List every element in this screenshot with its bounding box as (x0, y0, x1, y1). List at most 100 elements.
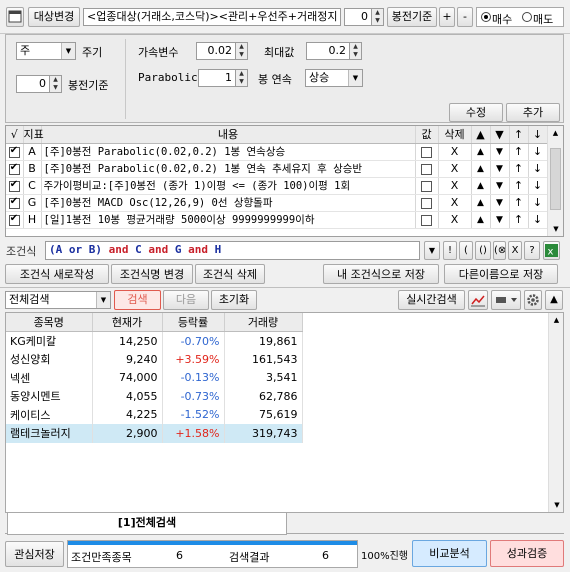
stock-name[interactable]: 성신양회 (6, 350, 93, 369)
move-bottom-icon[interactable]: ▼ (490, 160, 510, 178)
row-value-checkbox[interactable] (421, 163, 432, 175)
row-content[interactable]: [주]0봉전 MACD Osc(12,26,9) 0선 상향돌파 (41, 194, 416, 212)
row-checkbox[interactable] (8, 145, 20, 158)
max-field[interactable]: 0.2 (306, 42, 350, 60)
row-content[interactable]: [일]1봉전 10봉 평균거래량 5000이상 9999999999이하 (41, 211, 416, 229)
accel-spinner[interactable]: ▲ ▼ (235, 42, 248, 60)
row-value-checkbox[interactable] (421, 180, 432, 192)
move-top-icon[interactable]: ▲ (471, 194, 491, 212)
move-bottom-icon[interactable]: ▼ (490, 126, 510, 144)
stock-name[interactable]: 케이티스 (6, 405, 93, 424)
move-up-icon[interactable]: ↑ (509, 211, 529, 229)
save-mine-button[interactable]: 내 조건식으로 저장 (323, 264, 439, 284)
parabolic-field[interactable]: 1 (198, 69, 236, 87)
sell-radio[interactable] (522, 12, 532, 22)
tab-all-search[interactable]: [1]전체검색 (7, 513, 287, 535)
row-value-checkbox[interactable] (421, 146, 432, 158)
move-up-icon[interactable]: ↑ (509, 194, 529, 212)
results-header-cell[interactable]: 종목명 (6, 313, 93, 332)
save-interest-button[interactable]: 관심저장 (5, 541, 64, 567)
result-row[interactable]: 성신양회 9,240 +3.59% 161,543 (6, 350, 303, 369)
move-bottom-icon[interactable]: ▼ (490, 211, 510, 229)
bong-offset-spinner[interactable]: ▲ ▼ (49, 75, 62, 93)
layout-icon[interactable] (491, 290, 521, 310)
scroll-down-icon[interactable]: ▼ (549, 498, 563, 512)
excel-icon[interactable]: x (543, 241, 560, 260)
results-scrollbar[interactable]: ▲ ▼ (548, 313, 563, 512)
row-value-checkbox[interactable] (421, 214, 432, 226)
bong-count-field[interactable]: 0 (344, 8, 372, 26)
move-top-icon[interactable]: ▲ (471, 160, 491, 178)
rename-condition-button[interactable]: 조건식명 변경 (111, 264, 193, 284)
bong-offset-field[interactable]: 0 (16, 75, 50, 93)
row-content[interactable]: [주]0봉전 Parabolic(0.02,0.2) 1봉 연속 추세유지 후 … (41, 160, 416, 178)
save-as-button[interactable]: 다른이름으로 저장 (444, 264, 558, 284)
move-bottom-icon[interactable]: ▼ (490, 194, 510, 212)
result-row[interactable]: 넥센 74,000 -0.13% 3,541 (6, 368, 303, 387)
row-delete-button[interactable]: X (438, 143, 472, 161)
result-row[interactable]: 케이티스 4,225 -1.52% 75,619 (6, 405, 303, 424)
stock-name[interactable]: 동양시멘트 (6, 387, 93, 406)
gear-icon[interactable] (524, 290, 542, 310)
bong-count-spinner[interactable]: ▲ ▼ (371, 8, 384, 26)
move-down-icon[interactable]: ↓ (528, 143, 548, 161)
condition-scrollbar[interactable]: ▲ ▼ (547, 126, 563, 236)
minus-button[interactable]: - (457, 7, 473, 27)
formula-op-button[interactable]: (⊗) (493, 241, 506, 260)
move-down-icon[interactable]: ↓ (528, 126, 548, 144)
window-icon[interactable] (6, 7, 24, 27)
row-checkbox[interactable] (8, 179, 20, 192)
formula-input[interactable]: (A or B) and C and G and H (45, 241, 420, 260)
results-header-cell[interactable]: 거래량 (224, 313, 303, 332)
bong-basis-button[interactable]: 봉전기준 (387, 7, 437, 27)
formula-op-button[interactable]: ? (524, 241, 540, 260)
row-content[interactable]: [주]0봉전 Parabolic(0.02,0.2) 1봉 연속상승 (41, 143, 416, 161)
target-change-button[interactable]: 대상변경 (28, 7, 80, 27)
row-checkbox[interactable] (8, 196, 20, 209)
dropdown-button[interactable]: ▼ (424, 241, 440, 260)
collapse-icon[interactable]: ▲ (545, 290, 563, 310)
move-up-icon[interactable]: ↑ (509, 143, 529, 161)
search-button[interactable]: 검색 (114, 290, 161, 310)
move-down-icon[interactable]: ↓ (528, 177, 548, 195)
results-header-cell[interactable]: 등락률 (162, 313, 225, 332)
scroll-up-icon[interactable]: ▲ (549, 313, 563, 327)
chart-icon[interactable] (468, 290, 488, 310)
formula-op-button[interactable]: ! (443, 241, 457, 260)
direction-select[interactable]: 상승 ▼ (305, 69, 363, 87)
move-down-icon[interactable]: ↓ (528, 211, 548, 229)
realtime-search-button[interactable]: 실시간검색 (398, 290, 465, 310)
row-value-checkbox[interactable] (421, 197, 432, 209)
move-bottom-icon[interactable]: ▼ (490, 143, 510, 161)
move-top-icon[interactable]: ▲ (471, 143, 491, 161)
compare-analysis-button[interactable]: 비교분석 (412, 540, 487, 567)
row-delete-button[interactable]: X (438, 194, 472, 212)
reset-button[interactable]: 초기화 (211, 290, 257, 310)
formula-op-button[interactable]: X (508, 241, 522, 260)
row-checkbox[interactable] (8, 213, 20, 226)
row-checkbox[interactable] (8, 162, 20, 175)
edit-button[interactable]: 수정 (449, 103, 503, 122)
add-button[interactable]: 추가 (506, 103, 560, 122)
scroll-down-icon[interactable]: ▼ (548, 222, 563, 236)
move-up-icon[interactable]: ↑ (509, 160, 529, 178)
row-content[interactable]: 주가이평비교:[주]0봉전 (종가 1)이평 <= (종가 100)이평 1회 (41, 177, 416, 195)
move-up-icon[interactable]: ↑ (509, 177, 529, 195)
result-row[interactable]: 동양시멘트 4,055 -0.73% 62,786 (6, 387, 303, 406)
move-up-icon[interactable]: ↑ (509, 126, 529, 144)
results-header-cell[interactable]: 현재가 (92, 313, 163, 332)
move-top-icon[interactable]: ▲ (471, 211, 491, 229)
row-delete-button[interactable]: X (438, 160, 472, 178)
scroll-up-icon[interactable]: ▲ (548, 126, 563, 140)
plus-button[interactable]: + (439, 7, 455, 27)
formula-op-button[interactable]: () (475, 241, 491, 260)
accel-field[interactable]: 0.02 (196, 42, 236, 60)
condition-row[interactable]: B[주]0봉전 Parabolic(0.02,0.2) 1봉 연속 추세유지 후… (6, 160, 548, 178)
max-spinner[interactable]: ▲ ▼ (349, 42, 362, 60)
next-button[interactable]: 다음 (163, 290, 209, 310)
row-delete-button[interactable]: X (438, 177, 472, 195)
formula-op-button[interactable]: ( (459, 241, 473, 260)
move-down-icon[interactable]: ↓ (528, 194, 548, 212)
condition-row[interactable]: G[주]0봉전 MACD Osc(12,26,9) 0선 상향돌파 X▲▼↑↓ (6, 194, 548, 212)
search-scope-select[interactable]: 전체검색 ▼ (5, 291, 111, 309)
